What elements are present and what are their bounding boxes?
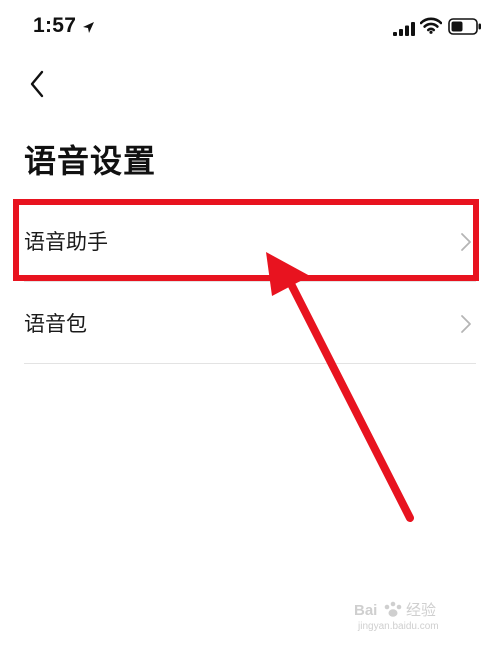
svg-text:Bai: Bai (354, 602, 377, 619)
list-item-label: 语音包 (24, 312, 87, 336)
battery-icon (448, 18, 482, 39)
svg-text:经验: 经验 (406, 601, 436, 619)
location-arrow-icon (82, 19, 95, 38)
page-title: 语音设置 (24, 142, 157, 180)
status-time: 1:57 (33, 14, 77, 37)
cellular-signal-icon (393, 21, 415, 40)
chevron-right-icon (460, 314, 472, 338)
status-bar: 1:57 (0, 0, 500, 58)
chevron-right-icon (460, 232, 472, 256)
back-button[interactable] (22, 66, 58, 102)
svg-text:jingyan.baidu.com: jingyan.baidu.com (357, 621, 439, 632)
divider (24, 363, 476, 364)
list-item-voice-pack[interactable]: 语音包 (24, 282, 476, 364)
chevron-left-icon (22, 70, 58, 106)
settings-list: 语音助手 语音包 (0, 200, 500, 364)
wifi-icon (419, 17, 443, 38)
baidu-jingyan-watermark: Bai 经验 jingyan.baidu.com (354, 597, 474, 633)
list-item-label: 语音助手 (24, 230, 108, 254)
list-item-voice-assistant[interactable]: 语音助手 (24, 200, 476, 282)
